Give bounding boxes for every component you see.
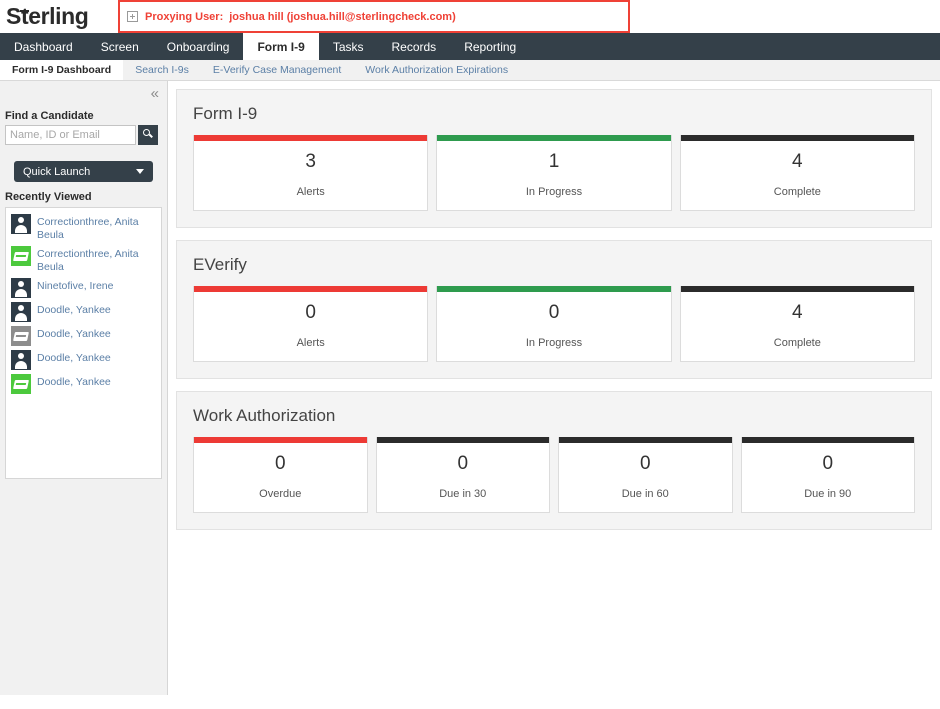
search-button[interactable] bbox=[138, 125, 158, 145]
sterling-logo: St erling bbox=[0, 0, 118, 33]
tile-work-auth-due-90[interactable]: 0 Due in 90 bbox=[740, 437, 915, 513]
nav-item-screen[interactable]: Screen bbox=[87, 33, 153, 60]
tile-work-auth-due-60[interactable]: 0 Due in 60 bbox=[558, 437, 733, 513]
proxying-user-banner: Proxying User: joshua hill (joshua.hill@… bbox=[118, 0, 630, 33]
list-item[interactable]: Doodle, Yankee bbox=[6, 348, 161, 372]
tile-count: 0 bbox=[639, 453, 651, 474]
recently-viewed-list: Correctionthree, Anita Beula Correctiont… bbox=[5, 207, 162, 479]
tile-count: 0 bbox=[274, 453, 286, 474]
expand-square-plus-icon[interactable] bbox=[127, 11, 138, 22]
tile-count: 0 bbox=[548, 302, 560, 323]
nav-item-onboarding[interactable]: Onboarding bbox=[153, 33, 244, 60]
sidebar-collapse-row: « bbox=[0, 81, 167, 105]
sub-navigation: Form I-9 Dashboard Search I-9s E-Verify … bbox=[0, 60, 940, 81]
tile-count: 0 bbox=[457, 453, 469, 474]
tile-work-auth-due-30[interactable]: 0 Due in 30 bbox=[375, 437, 550, 513]
tile-everify-complete[interactable]: 4 Complete bbox=[679, 286, 915, 362]
document-icon-green bbox=[11, 246, 31, 266]
subnav-item-everify-case-management[interactable]: E-Verify Case Management bbox=[201, 60, 353, 80]
panel-form-i9: Form I-9 3 Alerts 1 In Progress 4 Comple… bbox=[176, 89, 932, 228]
main-navigation: Dashboard Screen Onboarding Form I-9 Tas… bbox=[0, 33, 940, 60]
logo-text-t: t bbox=[19, 3, 30, 29]
tile-count: 4 bbox=[792, 302, 803, 323]
list-item[interactable]: Doodle, Yankee bbox=[6, 300, 161, 324]
document-icon-gray bbox=[11, 326, 31, 346]
tile-count: 0 bbox=[305, 302, 316, 323]
tile-everify-in-progress[interactable]: 0 In Progress bbox=[436, 286, 672, 362]
chevron-double-left-icon[interactable]: « bbox=[151, 86, 159, 101]
nav-item-reporting[interactable]: Reporting bbox=[450, 33, 530, 60]
recently-viewed-heading: Recently Viewed bbox=[5, 191, 92, 203]
tile-label: In Progress bbox=[525, 186, 583, 198]
nav-item-dashboard[interactable]: Dashboard bbox=[0, 33, 87, 60]
nav-item-form-i9[interactable]: Form I-9 bbox=[243, 33, 319, 60]
list-item-label: Correctionthree, Anita Beula bbox=[37, 216, 139, 241]
tile-work-auth-overdue[interactable]: 0 Overdue bbox=[193, 437, 368, 513]
nav-item-tasks[interactable]: Tasks bbox=[319, 33, 378, 60]
tile-label: Complete bbox=[773, 186, 821, 198]
tile-count: 1 bbox=[548, 151, 560, 172]
tile-group: 0 Alerts 0 In Progress 4 Complete bbox=[193, 286, 915, 362]
subnav-item-form-i9-dashboard[interactable]: Form I-9 Dashboard bbox=[0, 60, 124, 80]
tile-form-i9-complete[interactable]: 4 Complete bbox=[679, 135, 915, 211]
tile-count: 4 bbox=[792, 151, 803, 172]
search-input[interactable] bbox=[5, 125, 136, 145]
list-item-label: Doodle, Yankee bbox=[37, 376, 111, 388]
person-avatar-icon bbox=[11, 350, 31, 370]
person-avatar-icon bbox=[11, 302, 31, 322]
tile-label: Due in 60 bbox=[621, 488, 669, 500]
person-avatar-icon bbox=[11, 214, 31, 234]
list-item[interactable]: Correctionthree, Anita Beula bbox=[6, 212, 161, 244]
sidebar: « Find a Candidate Quick Launch Recently… bbox=[0, 81, 168, 695]
tile-count: 0 bbox=[822, 453, 834, 474]
panel-everify: EVerify 0 Alerts 0 In Progress 4 Complet… bbox=[176, 240, 932, 379]
logo-text-rest: erling bbox=[28, 3, 89, 29]
top-bar: St erling Proxying User: joshua hill (jos… bbox=[0, 0, 940, 33]
page-body: « Find a Candidate Quick Launch Recently… bbox=[0, 81, 940, 709]
panel-title: EVerify bbox=[193, 255, 247, 274]
tile-everify-alerts[interactable]: 0 Alerts bbox=[193, 286, 429, 362]
list-item-label: Ninetofive, Irene bbox=[37, 280, 114, 292]
tile-form-i9-alerts[interactable]: 3 Alerts bbox=[193, 135, 429, 211]
document-icon-green bbox=[11, 374, 31, 394]
candidate-search-row bbox=[0, 125, 167, 145]
quick-launch-label: Quick Launch bbox=[23, 165, 91, 178]
subnav-item-work-authorization-expirations[interactable]: Work Authorization Expirations bbox=[353, 60, 520, 80]
tile-label: Due in 90 bbox=[804, 488, 852, 500]
list-item-label: Correctionthree, Anita Beula bbox=[37, 248, 139, 273]
panel-work-authorization: Work Authorization 0 Overdue 0 Due in 30 bbox=[176, 391, 932, 530]
chevron-down-icon bbox=[136, 169, 144, 174]
list-item-label: Doodle, Yankee bbox=[37, 304, 111, 316]
tile-label: Complete bbox=[773, 337, 821, 349]
list-item[interactable]: Doodle, Yankee bbox=[6, 372, 161, 396]
list-item[interactable]: Doodle, Yankee bbox=[6, 324, 161, 348]
tile-label: Alerts bbox=[296, 337, 325, 349]
nav-item-records[interactable]: Records bbox=[378, 33, 451, 60]
find-candidate-heading: Find a Candidate bbox=[5, 110, 94, 122]
tile-count: 3 bbox=[305, 151, 316, 172]
tile-group: 3 Alerts 1 In Progress 4 Complete bbox=[193, 135, 915, 211]
main-content: Form I-9 3 Alerts 1 In Progress 4 Comple… bbox=[168, 81, 940, 709]
person-avatar-icon bbox=[11, 278, 31, 298]
list-item-label: Doodle, Yankee bbox=[37, 352, 111, 364]
tile-group: 0 Overdue 0 Due in 30 0 Due in 60 0 Due … bbox=[193, 437, 915, 513]
app-root: St erling Proxying User: joshua hill (jos… bbox=[0, 0, 940, 709]
quick-launch-dropdown[interactable]: Quick Launch bbox=[14, 161, 153, 182]
subnav-item-search-i9s[interactable]: Search I-9s bbox=[123, 60, 201, 80]
list-item-label: Doodle, Yankee bbox=[37, 328, 111, 340]
logo-text-s: S bbox=[6, 3, 21, 29]
list-item[interactable]: Correctionthree, Anita Beula bbox=[6, 244, 161, 276]
tile-label: Overdue bbox=[259, 488, 302, 500]
proxying-user-label: Proxying User: bbox=[145, 10, 224, 23]
tile-label: Alerts bbox=[296, 186, 325, 198]
proxying-user-value: joshua hill (joshua.hill@sterlingcheck.c… bbox=[229, 10, 456, 23]
tile-form-i9-in-progress[interactable]: 1 In Progress bbox=[436, 135, 672, 211]
tile-label: Due in 30 bbox=[439, 488, 487, 500]
panel-title: Form I-9 bbox=[193, 104, 258, 123]
list-item[interactable]: Ninetofive, Irene bbox=[6, 276, 161, 300]
panel-title: Work Authorization bbox=[193, 406, 336, 425]
tile-label: In Progress bbox=[525, 337, 583, 349]
magnifier-icon bbox=[143, 129, 150, 136]
